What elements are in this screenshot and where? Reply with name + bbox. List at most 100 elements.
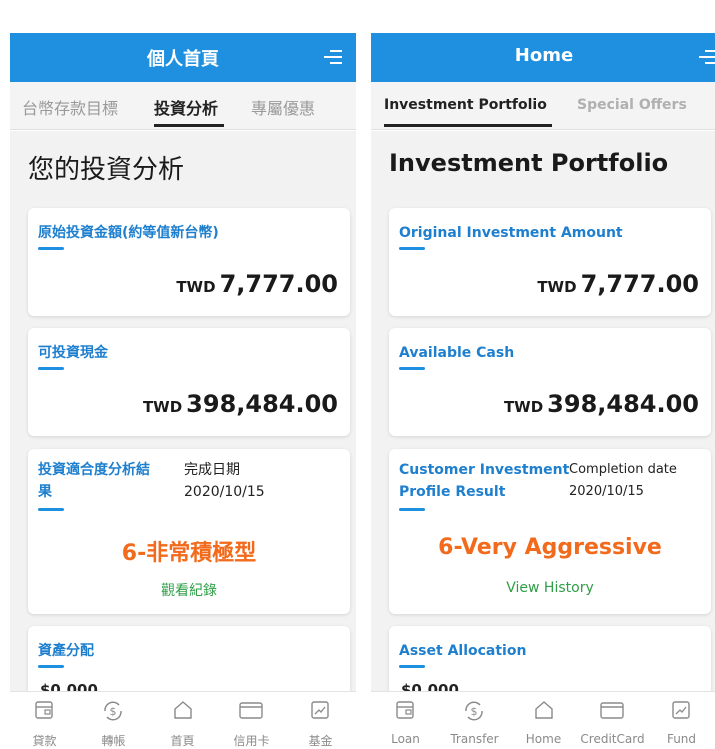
menu-icon[interactable] <box>697 46 715 68</box>
view-history-link[interactable]: View History <box>389 580 711 596</box>
wallet-icon <box>35 701 53 719</box>
main-content: 您的投資分析 原始投資金額(約等值新台幣) TWD 7,777.00 可投資現金 … <box>10 131 356 691</box>
nav-label: 基金 <box>308 734 333 748</box>
amount-value: 398,484.00 <box>186 390 338 418</box>
card-label: Customer Investment Profile Result <box>399 459 569 503</box>
amount-value: 7,777.00 <box>580 270 699 298</box>
nav-fund[interactable]: 基金 <box>286 692 355 749</box>
nav-credit-card[interactable]: 信用卡 <box>217 692 286 749</box>
card-label: Asset Allocation <box>399 643 527 659</box>
risk-level: 6-Very Aggressive <box>438 535 662 560</box>
fund-chart-icon <box>311 701 329 719</box>
completion-date-label: 完成日期 <box>184 462 240 478</box>
asset-allocation-card: Asset Allocation $0.000 <box>389 626 711 691</box>
asset-allocation-card: 資產分配 $0.000 <box>28 626 350 691</box>
credit-card-icon <box>239 702 263 719</box>
label-underline <box>38 665 64 668</box>
nav-label: Loan <box>391 732 420 746</box>
nav-label: Transfer <box>450 732 499 746</box>
nav-label: 轉帳 <box>101 734 126 748</box>
header-title: Home <box>514 45 574 66</box>
original-investment-card: 原始投資金額(約等值新台幣) TWD 7,777.00 <box>28 208 350 316</box>
currency-code: TWD <box>503 398 544 416</box>
nav-label: CreditCard <box>580 732 645 746</box>
amount-value: 398,484.00 <box>547 390 699 418</box>
card-label: Available Cash <box>399 345 515 361</box>
label-underline <box>399 247 425 250</box>
tab-investment-portfolio[interactable]: Investment Portfolio <box>384 97 547 113</box>
credit-card-icon <box>600 702 624 719</box>
home-icon <box>174 701 192 719</box>
amount-display: TWD 398,484.00 <box>143 390 338 418</box>
amount-value: 7,777.00 <box>219 270 338 298</box>
svg-text:$: $ <box>110 705 117 718</box>
active-tab-indicator <box>384 124 552 127</box>
tab-twd-deposit-goal[interactable]: 台幣存款目標 <box>22 95 118 119</box>
label-underline <box>38 367 64 370</box>
card-label-line1: Customer Investment <box>399 462 570 478</box>
page-title: Investment Portfolio <box>389 149 669 177</box>
completion-date-label: Completion date <box>569 462 677 477</box>
amount-display: TWD 7,777.00 <box>537 270 699 298</box>
card-label: 資產分配 <box>38 643 94 659</box>
investment-profile-card: 投資適合度分析結 果 完成日期 2020/10/15 6-非常積極型 觀看紀錄 <box>28 449 350 614</box>
allocation-amount: $0.000 <box>40 681 98 691</box>
label-underline <box>399 367 425 370</box>
bottom-navigation: Loan $ Transfer Home CreditCard Fund <box>371 691 715 749</box>
phone-screen-english: Home Investment Portfolio Special Offers… <box>371 0 715 749</box>
card-label: 原始投資金額(約等值新台幣) <box>38 225 219 241</box>
active-tab-indicator <box>154 124 224 127</box>
amount-display: TWD 7,777.00 <box>176 270 338 298</box>
tab-bar: Investment Portfolio Special Offers <box>371 82 715 130</box>
nav-label: 貸款 <box>32 734 57 748</box>
svg-text:$: $ <box>471 705 478 718</box>
nav-label: 信用卡 <box>233 734 270 748</box>
nav-home[interactable]: 首頁 <box>148 692 217 749</box>
nav-loan[interactable]: Loan <box>371 692 440 749</box>
currency-code: TWD <box>176 278 216 296</box>
currency-code: TWD <box>537 278 577 296</box>
nav-fund[interactable]: Fund <box>647 692 715 749</box>
card-label-line1: 投資適合度分析結 <box>38 462 150 478</box>
nav-label: 首頁 <box>170 734 195 748</box>
bottom-navigation: 貸款 $ 轉帳 首頁 信用卡 基金 <box>10 691 356 749</box>
card-label-line2: Profile Result <box>399 484 506 500</box>
label-underline <box>38 508 64 511</box>
nav-transfer[interactable]: $ 轉帳 <box>79 692 148 749</box>
home-icon <box>535 701 553 719</box>
wallet-icon <box>396 701 414 719</box>
tab-special-offers[interactable]: Special Offers <box>577 97 687 113</box>
nav-home[interactable]: Home <box>509 692 578 749</box>
card-label: 可投資現金 <box>38 345 108 361</box>
amount-display: TWD 398,484.00 <box>504 390 699 418</box>
label-underline <box>399 665 425 668</box>
card-label: Original Investment Amount <box>399 225 623 241</box>
allocation-amount: $0.000 <box>401 681 459 691</box>
completion-date-value: 2020/10/15 <box>569 484 644 499</box>
app-header: Home <box>371 33 715 82</box>
nav-loan[interactable]: 貸款 <box>10 692 79 749</box>
nav-transfer[interactable]: $ Transfer <box>440 692 509 749</box>
main-content: Investment Portfolio Original Investment… <box>371 131 715 691</box>
available-cash-card: Available Cash TWD 398,484.00 <box>389 328 711 436</box>
nav-credit-card[interactable]: CreditCard <box>578 692 647 749</box>
menu-icon[interactable] <box>322 46 342 68</box>
header-title: 個人首頁 <box>147 49 219 70</box>
tab-special-offers[interactable]: 專屬優惠 <box>251 95 315 119</box>
view-history-link[interactable]: 觀看紀錄 <box>28 580 350 600</box>
card-label-line2: 果 <box>38 484 52 500</box>
fund-chart-icon <box>672 701 690 719</box>
currency-code: TWD <box>142 398 183 416</box>
phone-screen-chinese: 個人首頁 台幣存款目標 投資分析 專屬優惠 您的投資分析 原始投資金額(約等值新… <box>10 0 356 749</box>
nav-label: Home <box>525 732 562 746</box>
card-label: 投資適合度分析結 果 <box>38 459 150 503</box>
tab-bar: 台幣存款目標 投資分析 專屬優惠 <box>10 82 356 130</box>
investment-profile-card: Customer Investment Profile Result Compl… <box>389 449 711 614</box>
tab-investment-analysis[interactable]: 投資分析 <box>154 95 218 119</box>
transfer-icon: $ <box>465 701 483 721</box>
available-cash-card: 可投資現金 TWD 398,484.00 <box>28 328 350 436</box>
transfer-icon: $ <box>104 701 122 721</box>
completion-date-value: 2020/10/15 <box>184 484 265 500</box>
nav-label: Fund <box>666 732 697 746</box>
risk-level: 6-非常積極型 <box>121 541 257 566</box>
